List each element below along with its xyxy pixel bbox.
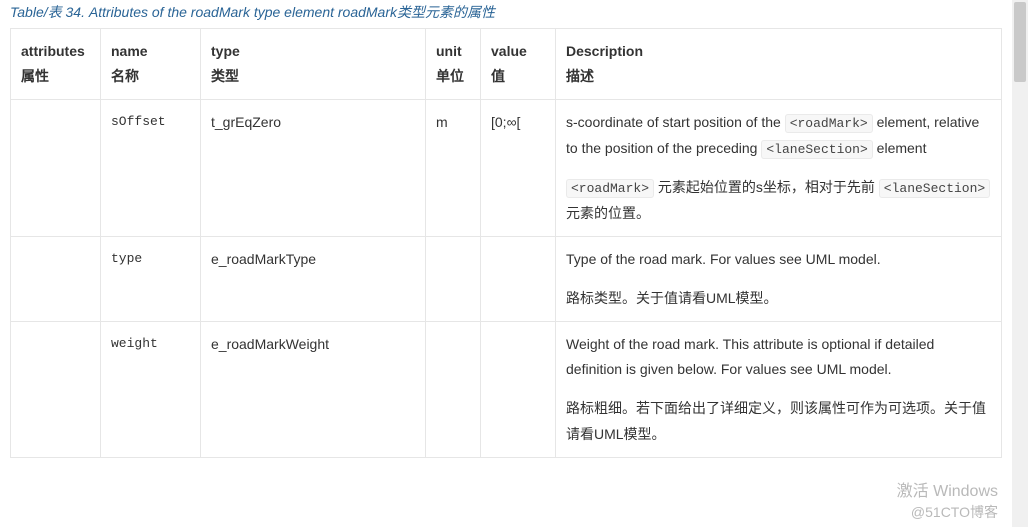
desc-en: Weight of the road mark. This attribute …: [566, 332, 991, 382]
cell-name: type: [101, 236, 201, 321]
cell-attributes: [11, 100, 101, 236]
desc-zh: 路标粗细。若下面给出了详细定义，则该属性可作为可选项。关于值请看UML模型。: [566, 396, 991, 446]
th-unit: unit 单位: [426, 29, 481, 100]
th-type-zh: 类型: [211, 68, 239, 84]
table-row: sOffset t_grEqZero m [0;∞[ s-coordinate …: [11, 100, 1002, 236]
desc-en-pre: s-coordinate of start position of the: [566, 114, 785, 130]
cell-type: e_roadMarkWeight: [201, 322, 426, 458]
th-desc-en: Description: [566, 43, 643, 59]
desc-en: s-coordinate of start position of the <r…: [566, 110, 991, 161]
table-row: type e_roadMarkType Type of the road mar…: [11, 236, 1002, 321]
th-type-en: type: [211, 43, 240, 59]
cell-unit: [426, 322, 481, 458]
desc-en-post: element: [877, 140, 927, 156]
cell-value: [0;∞[: [481, 100, 556, 236]
th-attributes-en: attributes: [21, 43, 85, 59]
th-desc: Description 描述: [556, 29, 1002, 100]
code-lanesection: <laneSection>: [879, 179, 990, 198]
cell-type: t_grEqZero: [201, 100, 426, 236]
th-value-zh: 值: [491, 68, 505, 84]
desc-zh-mid: 元素起始位置的s坐标，相对于先前: [658, 179, 879, 195]
scrollbar-track[interactable]: [1012, 0, 1028, 527]
cell-attributes: [11, 322, 101, 458]
cell-name: weight: [101, 322, 201, 458]
th-value-en: value: [491, 43, 527, 59]
code-roadmark: <roadMark>: [785, 114, 873, 133]
cell-desc: s-coordinate of start position of the <r…: [556, 100, 1002, 236]
desc-en: Type of the road mark. For values see UM…: [566, 247, 991, 272]
cell-unit: m: [426, 100, 481, 236]
cell-desc: Weight of the road mark. This attribute …: [556, 322, 1002, 458]
page-root: Table/表 34. Attributes of the roadMark t…: [0, 0, 1028, 527]
th-desc-zh: 描述: [566, 68, 594, 84]
cell-type: e_roadMarkType: [201, 236, 426, 321]
table-header-row: attributes 属性 name 名称 type 类型 unit: [11, 29, 1002, 100]
code-roadmark: <roadMark>: [566, 179, 654, 198]
th-name-en: name: [111, 43, 148, 59]
table-row: weight e_roadMarkWeight Weight of the ro…: [11, 322, 1002, 458]
desc-zh: 路标类型。关于值请看UML模型。: [566, 286, 991, 311]
cell-attributes: [11, 236, 101, 321]
cell-value: [481, 236, 556, 321]
th-attributes-zh: 属性: [21, 68, 49, 84]
content: Table/表 34. Attributes of the roadMark t…: [0, 0, 1012, 498]
th-type: type 类型: [201, 29, 426, 100]
cell-name: sOffset: [101, 100, 201, 236]
cell-value: [481, 322, 556, 458]
desc-zh: <roadMark> 元素起始位置的s坐标，相对于先前 <laneSection…: [566, 175, 991, 226]
cell-unit: [426, 236, 481, 321]
th-name-zh: 名称: [111, 68, 139, 84]
scroll-area: Table/表 34. Attributes of the roadMark t…: [0, 0, 1012, 527]
th-name: name 名称: [101, 29, 201, 100]
code-lanesection: <laneSection>: [761, 140, 872, 159]
th-unit-zh: 单位: [436, 68, 464, 84]
th-value: value 值: [481, 29, 556, 100]
th-attributes: attributes 属性: [11, 29, 101, 100]
cell-desc: Type of the road mark. For values see UM…: [556, 236, 1002, 321]
table-caption: Table/表 34. Attributes of the roadMark t…: [10, 0, 1002, 28]
th-unit-en: unit: [436, 43, 462, 59]
attributes-table: attributes 属性 name 名称 type 类型 unit: [10, 28, 1002, 458]
scrollbar-thumb[interactable]: [1014, 2, 1026, 82]
desc-zh-post: 元素的位置。: [566, 205, 650, 221]
